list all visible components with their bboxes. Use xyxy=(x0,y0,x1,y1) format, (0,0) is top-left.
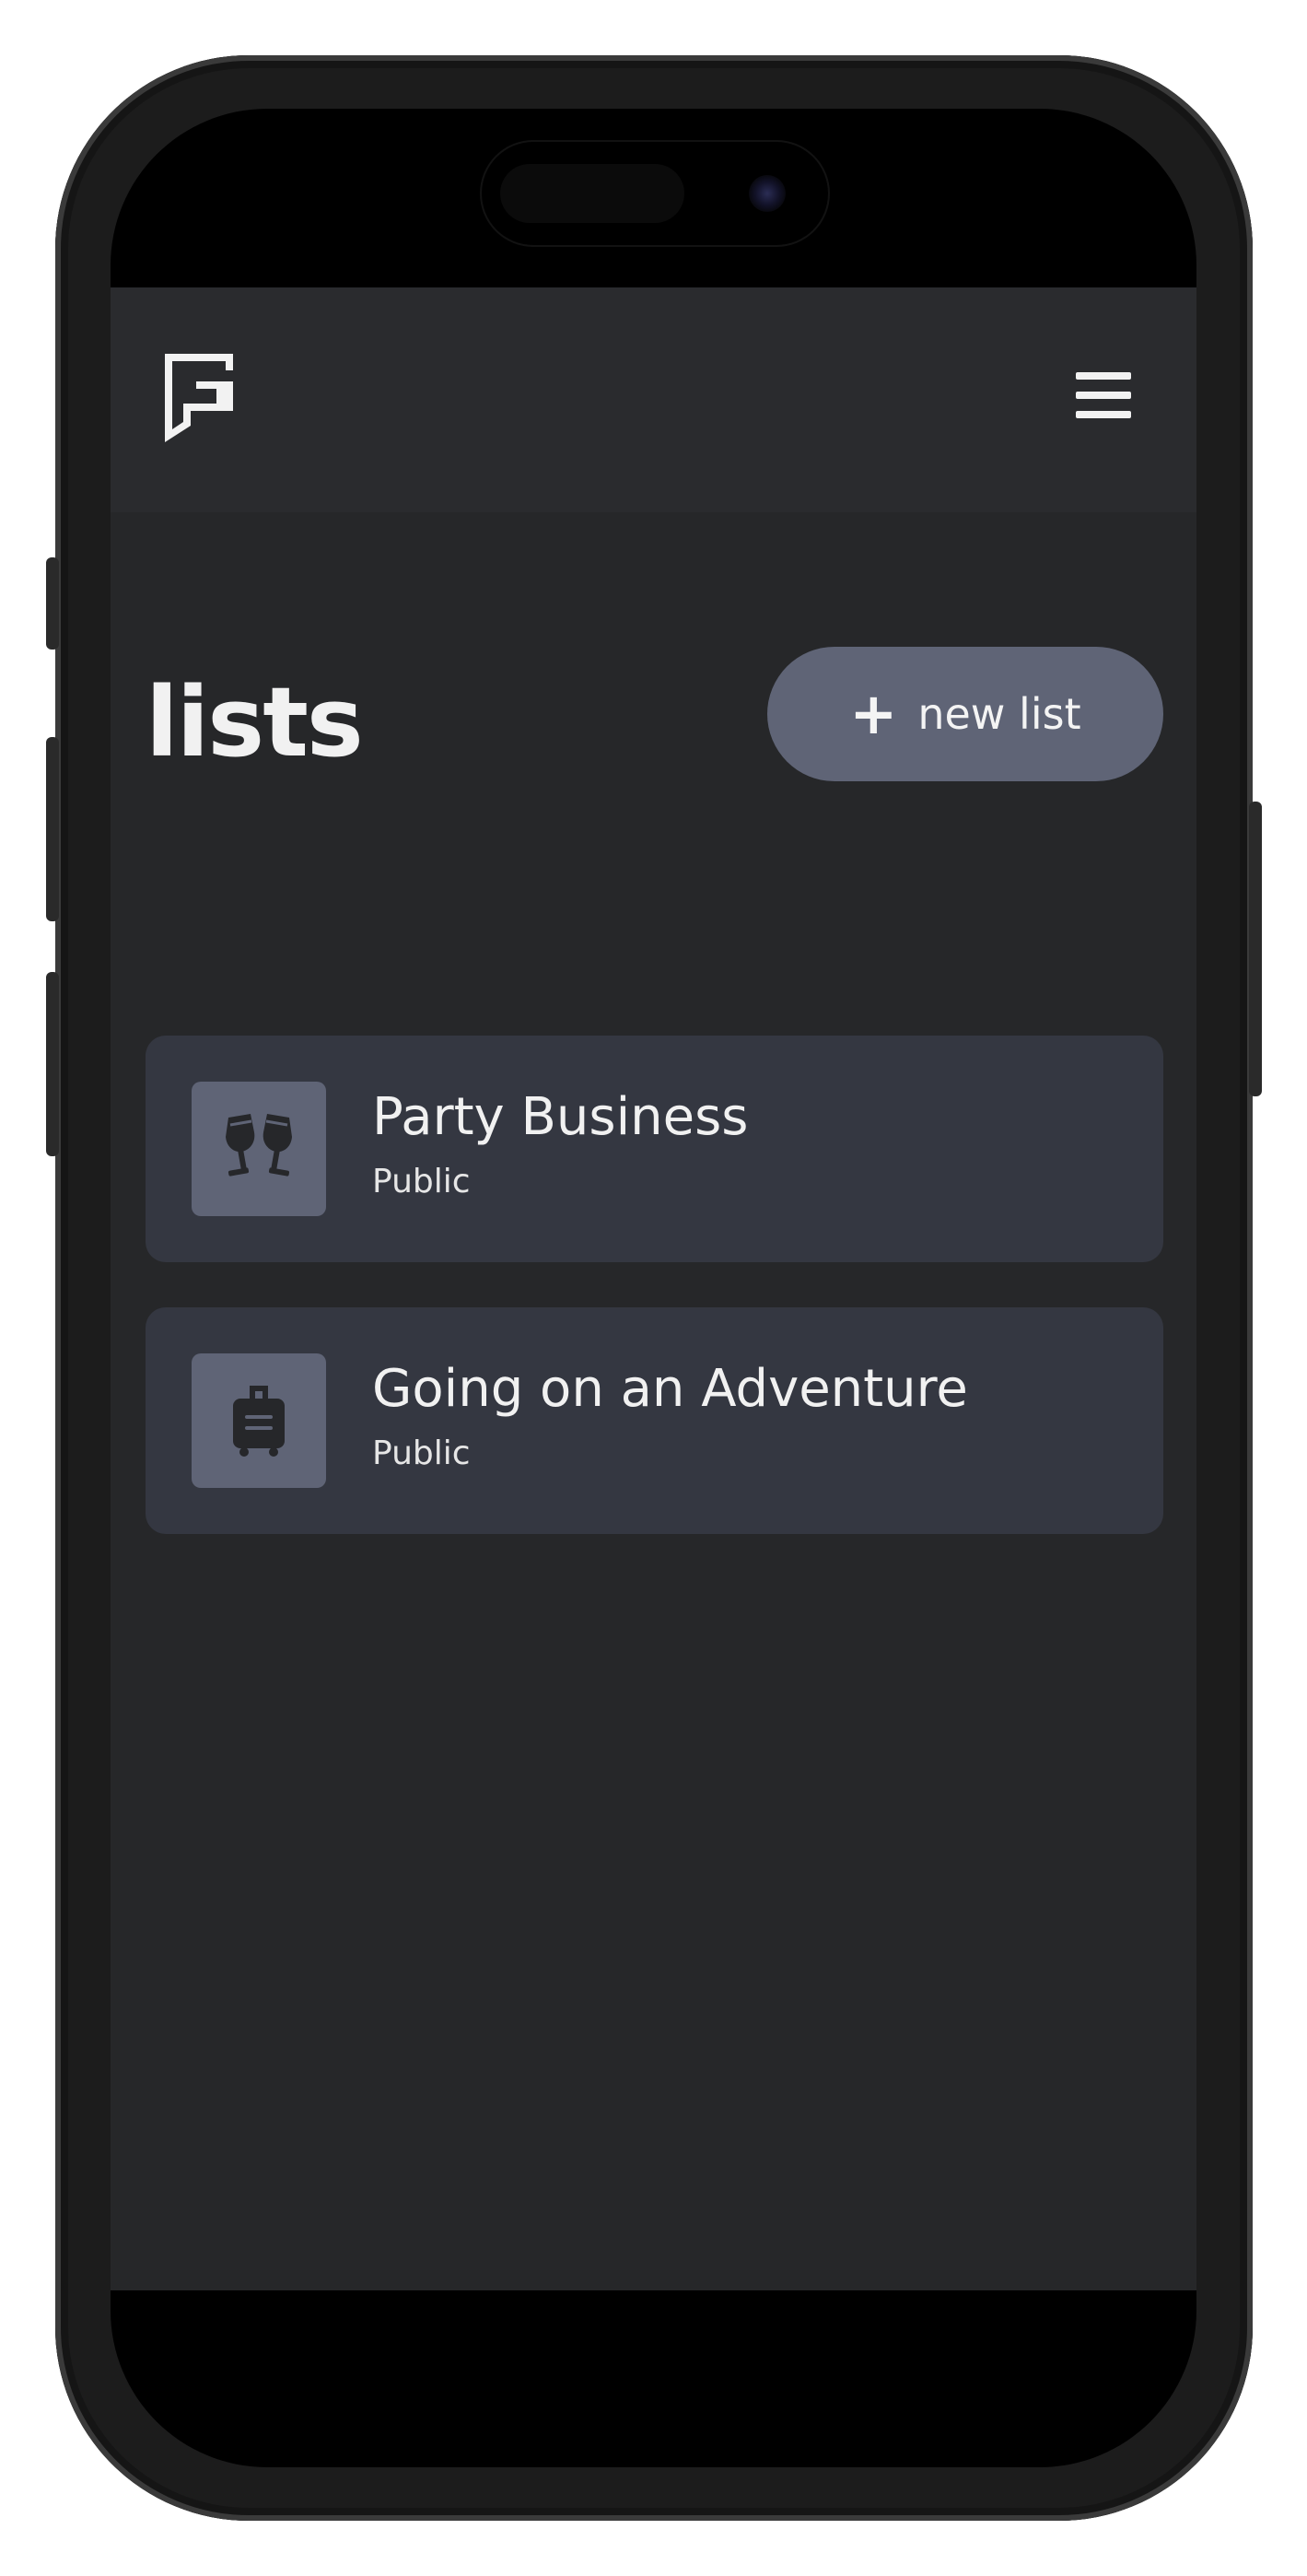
list-icon-box xyxy=(192,1353,326,1488)
list-title: Party Business xyxy=(372,1087,749,1147)
page-title: lists xyxy=(146,666,364,779)
list-visibility: Public xyxy=(372,1163,471,1200)
hamburger-menu-icon[interactable] xyxy=(1076,372,1131,420)
volume-up-button xyxy=(46,737,59,921)
app-header xyxy=(111,287,1196,512)
volume-down-button xyxy=(46,972,59,1156)
island-sensor xyxy=(500,164,684,223)
front-camera-icon xyxy=(749,175,786,212)
logo-icon[interactable] xyxy=(161,350,237,446)
new-list-label: new list xyxy=(917,689,1081,739)
app-view: lists + new list Party Business Public G… xyxy=(111,287,1196,2290)
list-item-going-on-an-adventure[interactable]: Going on an Adventure Public xyxy=(146,1307,1163,1534)
phone-screen: lists + new list Party Business Public G… xyxy=(111,109,1196,2467)
list-icon-box xyxy=(192,1082,326,1216)
champagne-glasses-icon xyxy=(226,1114,292,1177)
dynamic-island xyxy=(482,142,828,245)
new-list-button[interactable]: + new list xyxy=(767,647,1163,781)
plus-icon: + xyxy=(849,680,898,747)
list-title: Going on an Adventure xyxy=(372,1359,968,1419)
suitcase-icon xyxy=(233,1386,285,1457)
list-item-party-business[interactable]: Party Business Public xyxy=(146,1036,1163,1262)
power-button xyxy=(1249,802,1262,1096)
list-visibility: Public xyxy=(372,1434,471,1472)
action-button xyxy=(46,557,59,650)
